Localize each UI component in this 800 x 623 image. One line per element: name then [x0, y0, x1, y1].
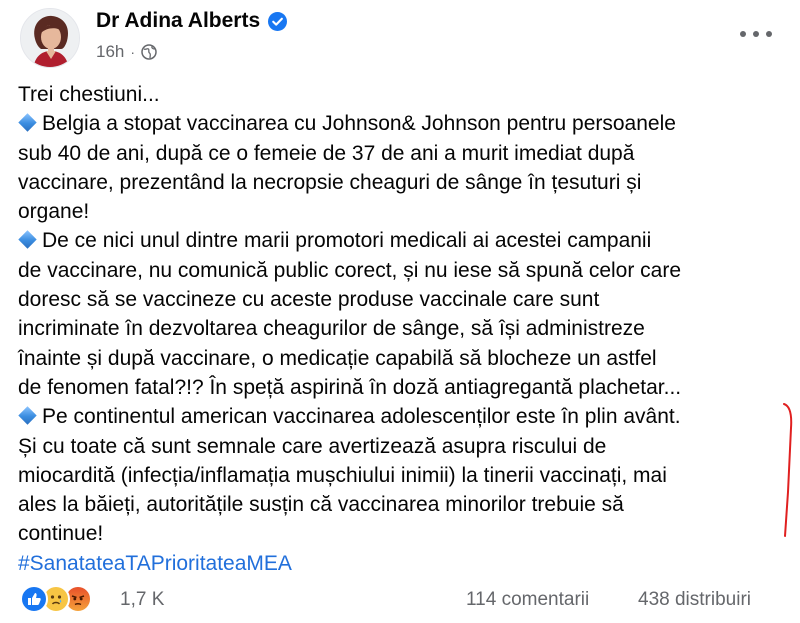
like-reaction-icon [20, 585, 48, 613]
post-line: de fenomen fatal?!? În speță aspirină în… [18, 375, 682, 399]
red-pen-mark [783, 403, 793, 537]
reactions-summary[interactable] [20, 584, 92, 614]
post-line: continue! [18, 522, 104, 546]
blue-diamond-icon [18, 113, 37, 132]
post-line: Belgia a stopat vaccinarea cu Johnson& J… [18, 109, 788, 138]
post-line: sub 40 de ani, după ce o femeie de 37 de… [18, 141, 635, 165]
post-meta: 16h · [96, 42, 157, 62]
verified-badge-icon [268, 11, 288, 31]
avatar-portrait-icon [21, 9, 79, 67]
post-line: De ce nici unul dintre marii promotori m… [18, 226, 788, 255]
post-line: vaccinare, prezentând la necropsie cheag… [18, 170, 642, 194]
more-dot [740, 31, 746, 37]
meta-separator: · [130, 44, 136, 60]
globe-icon[interactable] [141, 44, 157, 60]
comments-count-link[interactable]: 114 comentarii [466, 589, 589, 611]
post-line: incriminate în dezvoltarea cheagurilor d… [18, 317, 645, 341]
blue-diamond-icon [18, 406, 37, 425]
post-line: doresc să se vaccineze cu aceste produse… [18, 288, 600, 312]
facebook-post: Dr Adina Alberts 16h · Trei chestiuni...… [0, 0, 800, 623]
blue-diamond-icon [18, 230, 37, 250]
more-dot [766, 31, 772, 37]
post-line: Trei chestiuni... [18, 83, 160, 106]
more-dot [753, 31, 759, 37]
post-line: Pe continentul american vaccinarea adole… [18, 402, 788, 431]
author-avatar[interactable] [20, 8, 80, 68]
post-line: înainte și după vaccinare, o medicație c… [18, 346, 657, 370]
more-options-icon[interactable] [740, 24, 772, 44]
post-line: miocardită (infecția/inflamația mușchiul… [18, 463, 667, 487]
post-timestamp[interactable]: 16h [96, 42, 124, 62]
author-line: Dr Adina Alberts [96, 9, 288, 33]
author-name[interactable]: Dr Adina Alberts [96, 9, 260, 33]
hashtag-link[interactable]: #SanatateaTAPrioritateaMEA [18, 552, 292, 575]
post-line: Și cu toate că sunt semnale care avertiz… [18, 434, 607, 458]
shares-count-link[interactable]: 438 distribuiri [638, 589, 751, 611]
post-line: ales la băieți, autoritățile susțin că v… [18, 493, 624, 517]
post-line: de vaccinare, nu comunică public corect,… [18, 258, 682, 282]
post-line: organe! [18, 200, 90, 224]
reactions-count[interactable]: 1,7 K [120, 589, 164, 611]
post-body: Trei chestiuni... Belgia a stopat vaccin… [18, 80, 788, 578]
hashtag-line: #SanatateaTAPrioritateaMEA [18, 549, 788, 578]
